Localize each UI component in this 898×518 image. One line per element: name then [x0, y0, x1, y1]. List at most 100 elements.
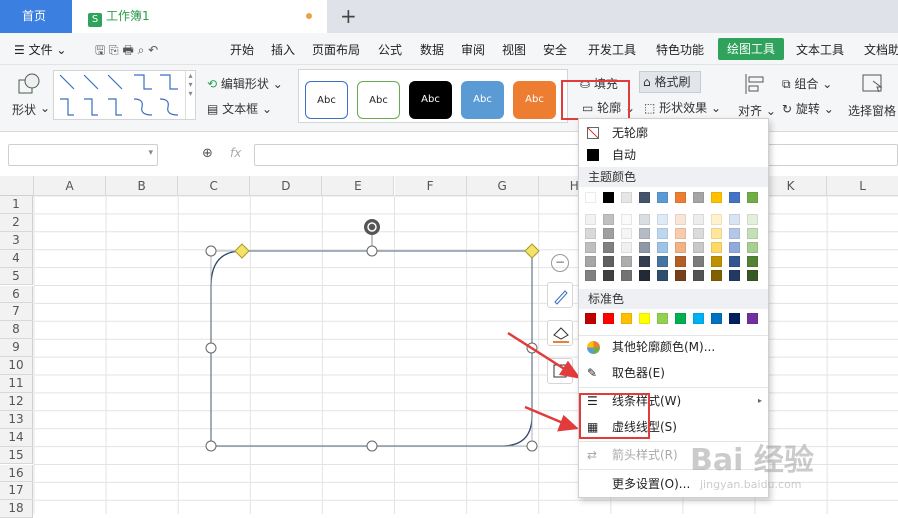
style-option-green-outline[interactable]: Abc: [357, 81, 400, 119]
theme-color-swatch[interactable]: [657, 242, 668, 253]
theme-color-swatch[interactable]: [729, 270, 740, 281]
theme-color-swatch[interactable]: [675, 256, 686, 267]
theme-color-swatch[interactable]: [639, 192, 650, 203]
menu-doc-assistant[interactable]: 文档助: [864, 41, 898, 58]
standard-color-swatch[interactable]: [603, 313, 614, 324]
menu-drawing-tools[interactable]: 绘图工具: [718, 38, 784, 60]
style-option-black[interactable]: Abc: [409, 81, 452, 119]
gallery-scroll[interactable]: ▴ ▾ ▾: [185, 71, 195, 119]
style-option-blue-outline[interactable]: Abc: [305, 81, 348, 119]
quick-access-icons[interactable]: 🖫 ⎘ 🖶 ⌕ ↶: [95, 41, 158, 62]
group-button[interactable]: ⧉ 组合 ⌄: [782, 75, 832, 92]
theme-color-swatch[interactable]: [747, 192, 758, 203]
theme-color-swatch[interactable]: [603, 214, 614, 225]
rotate-button[interactable]: ↻ 旋转 ⌄: [782, 100, 834, 117]
selection-pane-label[interactable]: 选择窗格: [848, 102, 896, 119]
theme-color-swatch[interactable]: [693, 192, 704, 203]
menu-formula[interactable]: 公式: [378, 41, 402, 58]
theme-color-swatch[interactable]: [747, 270, 758, 281]
style-option-blue[interactable]: Abc: [461, 81, 504, 119]
theme-color-swatch[interactable]: [621, 256, 632, 267]
theme-color-swatch[interactable]: [603, 192, 614, 203]
theme-color-swatch[interactable]: [675, 270, 686, 281]
theme-color-swatch[interactable]: [711, 192, 722, 203]
theme-color-swatch[interactable]: [711, 214, 722, 225]
theme-color-swatch[interactable]: [585, 192, 596, 203]
theme-color-swatch[interactable]: [657, 214, 668, 225]
menu-review[interactable]: 审阅: [461, 41, 485, 58]
standard-color-swatch[interactable]: [693, 313, 704, 324]
theme-color-swatch[interactable]: [729, 214, 740, 225]
theme-color-swatch[interactable]: [747, 242, 758, 253]
theme-color-swatch[interactable]: [657, 192, 668, 203]
theme-color-swatch[interactable]: [657, 256, 668, 267]
standard-color-swatch[interactable]: [585, 313, 596, 324]
edit-shape-button[interactable]: ⟲ 编辑形状 ⌄: [207, 75, 283, 92]
menu-data[interactable]: 数据: [420, 41, 444, 58]
formula-input[interactable]: [254, 144, 898, 166]
align-icon[interactable]: [743, 73, 767, 95]
theme-color-swatch[interactable]: [621, 214, 632, 225]
align-button-label[interactable]: 对齐 ⌄: [738, 102, 776, 119]
theme-color-swatch[interactable]: [621, 228, 632, 239]
theme-color-swatch[interactable]: [711, 242, 722, 253]
tab-home[interactable]: 首页: [0, 0, 72, 33]
style-option-orange[interactable]: Abc: [513, 81, 556, 119]
format-brush-button[interactable]: ⌂ 格式刷: [639, 71, 701, 93]
theme-color-swatch[interactable]: [657, 228, 668, 239]
theme-color-swatch[interactable]: [657, 270, 668, 281]
theme-color-swatch[interactable]: [621, 192, 632, 203]
theme-color-swatch[interactable]: [693, 242, 704, 253]
theme-color-swatch[interactable]: [675, 228, 686, 239]
fill-bucket-side-icon[interactable]: [547, 320, 573, 346]
theme-color-swatch[interactable]: [639, 256, 650, 267]
standard-color-swatch[interactable]: [711, 313, 722, 324]
theme-color-swatch[interactable]: [675, 192, 686, 203]
theme-color-swatch[interactable]: [693, 228, 704, 239]
theme-color-swatch[interactable]: [747, 256, 758, 267]
menu-developer[interactable]: 开发工具: [588, 41, 636, 58]
theme-color-swatch[interactable]: [729, 242, 740, 253]
selection-pane-icon[interactable]: [861, 73, 885, 95]
theme-color-swatch[interactable]: [675, 242, 686, 253]
theme-color-swatch[interactable]: [693, 256, 704, 267]
shape-effect-button[interactable]: ⬚ 形状效果 ⌄: [644, 99, 721, 116]
theme-color-swatch[interactable]: [639, 242, 650, 253]
theme-color-swatch[interactable]: [747, 214, 758, 225]
more-outline-colors-option[interactable]: 其他轮廓颜色(M)...: [579, 335, 768, 359]
standard-color-swatch[interactable]: [729, 313, 740, 324]
theme-color-swatch[interactable]: [711, 256, 722, 267]
line-shape-gallery[interactable]: ▴ ▾ ▾: [53, 70, 196, 120]
menu-insert[interactable]: 插入: [271, 41, 295, 58]
name-box[interactable]: ▾: [8, 144, 158, 166]
menu-file[interactable]: ☰ 文件 ⌄: [14, 41, 66, 58]
new-tab-button[interactable]: +: [340, 4, 357, 28]
theme-color-swatch[interactable]: [639, 228, 650, 239]
menu-start[interactable]: 开始: [230, 41, 254, 58]
zoom-search-icon[interactable]: ⊕: [202, 146, 213, 161]
theme-color-swatch[interactable]: [639, 214, 650, 225]
theme-color-swatch[interactable]: [585, 214, 596, 225]
standard-color-swatch[interactable]: [675, 313, 686, 324]
shape-button-label[interactable]: 形状: [12, 101, 36, 118]
theme-color-swatch[interactable]: [639, 270, 650, 281]
textbox-button[interactable]: ▤ 文本框 ⌄: [207, 100, 272, 117]
theme-color-swatch[interactable]: [729, 228, 740, 239]
standard-color-swatch[interactable]: [639, 313, 650, 324]
theme-color-swatch[interactable]: [621, 270, 632, 281]
standard-color-swatch[interactable]: [747, 313, 758, 324]
theme-color-swatch[interactable]: [603, 228, 614, 239]
menu-security[interactable]: 安全: [543, 41, 567, 58]
theme-color-swatch[interactable]: [729, 192, 740, 203]
outline-side-icon[interactable]: [547, 358, 573, 384]
theme-color-swatch[interactable]: [711, 228, 722, 239]
theme-color-swatch[interactable]: [585, 228, 596, 239]
standard-color-swatch[interactable]: [657, 313, 668, 324]
theme-color-swatch[interactable]: [675, 214, 686, 225]
shape-style-pen-icon[interactable]: [547, 282, 573, 308]
menu-view[interactable]: 视图: [502, 41, 526, 58]
theme-color-swatch[interactable]: [729, 256, 740, 267]
rotate-handle-icon[interactable]: [364, 219, 380, 235]
shape-icon[interactable]: [18, 73, 40, 95]
standard-color-swatch[interactable]: [621, 313, 632, 324]
